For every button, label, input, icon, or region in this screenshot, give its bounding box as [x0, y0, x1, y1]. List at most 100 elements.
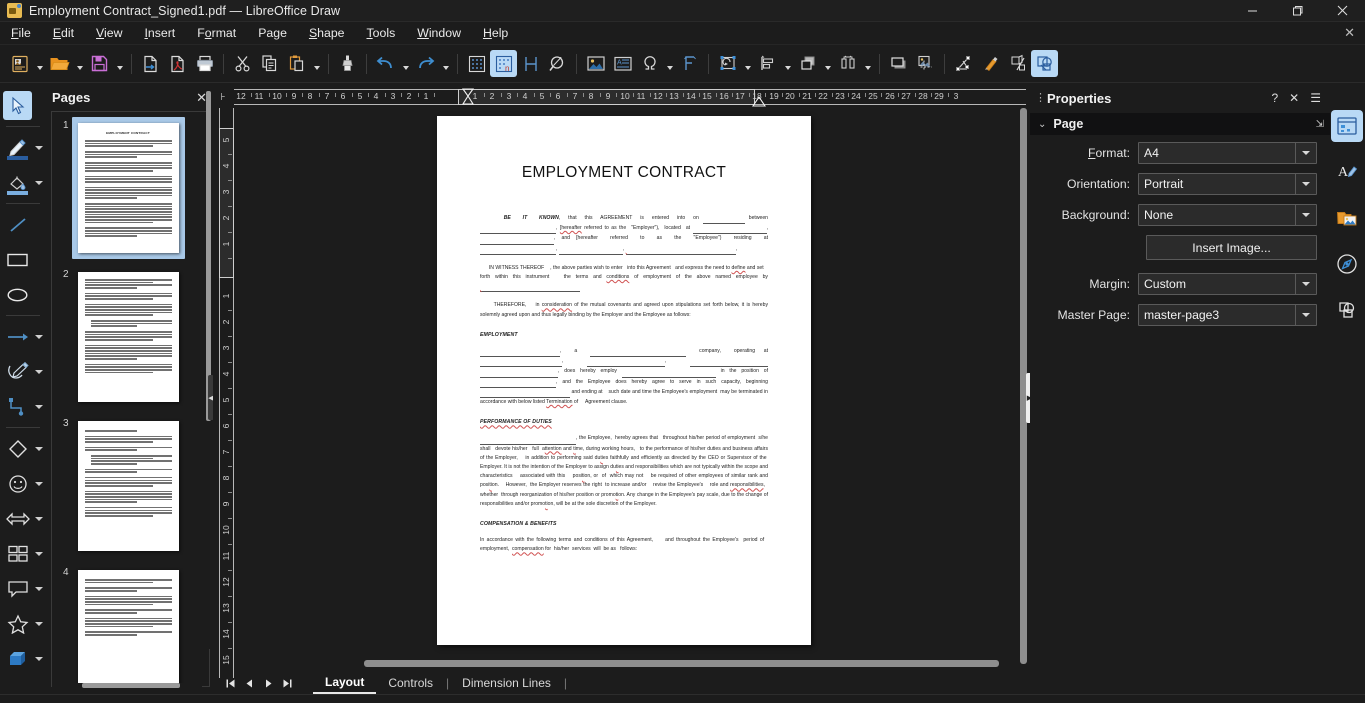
arrange-icon[interactable]: [794, 50, 821, 77]
background-combobox[interactable]: None: [1138, 204, 1317, 226]
transformations-icon[interactable]: [714, 50, 741, 77]
3d-objects-icon[interactable]: [3, 644, 32, 673]
connectors-icon[interactable]: [3, 392, 32, 421]
toggle-extrusion-icon[interactable]: [1004, 50, 1031, 77]
insert-fontwork-icon[interactable]: [676, 50, 703, 77]
menu-tools[interactable]: Tools: [356, 22, 407, 45]
menu-page[interactable]: Page: [247, 22, 298, 45]
page-thumbnail-item[interactable]: 1 EMPLOYMENT CONTRACT: [58, 112, 204, 261]
display-grid-icon[interactable]: [463, 50, 490, 77]
page-thumbnail-item[interactable]: 4: [58, 559, 204, 686]
fill-color-dropdown-icon[interactable]: [32, 168, 46, 197]
page-thumbnail-item[interactable]: 3: [58, 410, 204, 559]
close-icon[interactable]: ✕: [1289, 91, 1299, 105]
fill-color-swatch[interactable]: [7, 191, 28, 195]
symbol-shapes-icon[interactable]: [3, 469, 32, 498]
vertical-ruler[interactable]: 5 4 3 2 1 1 2 3 4 5 6 7 8 9 10 11 12 13 …: [216, 108, 236, 678]
zoom-icon[interactable]: [544, 50, 571, 77]
select-tool-icon[interactable]: [3, 91, 32, 120]
paste-dropdown-icon[interactable]: [310, 50, 323, 77]
flowchart-shapes-dropdown-icon[interactable]: [32, 539, 46, 568]
redo-icon[interactable]: [412, 50, 439, 77]
block-arrows-icon[interactable]: [3, 504, 32, 533]
first-page-button[interactable]: [221, 673, 240, 693]
line-color-swatch[interactable]: [7, 156, 28, 160]
page-selection-highlight[interactable]: [72, 266, 185, 408]
distribute-selection-icon[interactable]: [834, 50, 861, 77]
margin-combobox[interactable]: Custom: [1138, 273, 1317, 295]
last-page-button[interactable]: [278, 673, 297, 693]
cut-icon[interactable]: [229, 50, 256, 77]
curves-and-polygons-icon[interactable]: [3, 357, 32, 386]
export-document-icon[interactable]: [137, 50, 164, 77]
align-objects-dropdown-icon[interactable]: [781, 50, 794, 77]
basic-shapes-dropdown-icon[interactable]: [32, 434, 46, 463]
stars-and-banners-dropdown-icon[interactable]: [32, 609, 46, 638]
transformations-dropdown-icon[interactable]: [741, 50, 754, 77]
lines-and-arrows-icon[interactable]: [3, 322, 32, 351]
line-color-tool-icon[interactable]: [3, 133, 32, 162]
menu-shape[interactable]: Shape: [298, 22, 356, 45]
page-selection-highlight[interactable]: EMPLOYMENT CONTRACT: [71, 117, 185, 259]
insert-special-character-icon[interactable]: [636, 50, 663, 77]
insert-image-button[interactable]: Insert Image...: [1146, 235, 1317, 260]
save-document-icon[interactable]: [86, 50, 113, 77]
pages-thumbnail-list[interactable]: 1 EMPLOYMENT CONTRACT 2 3 4: [51, 111, 210, 687]
minimize-button[interactable]: [1230, 0, 1275, 22]
orientation-dropdown-icon[interactable]: [1295, 174, 1316, 194]
horizontal-ruler[interactable]: ⊦ 12 11 10 9 8 7 6 5 4 3 2 1 1 2 3 4 5 6…: [213, 86, 1028, 108]
crop-image-icon[interactable]: [912, 50, 939, 77]
3d-objects-dropdown-icon[interactable]: [32, 644, 46, 673]
more-options-icon[interactable]: ⇲: [1316, 119, 1324, 130]
next-page-button[interactable]: [259, 673, 278, 693]
insert-line-icon[interactable]: [3, 210, 32, 239]
properties-deck-icon[interactable]: [1331, 110, 1363, 142]
menu-help[interactable]: Help: [472, 22, 519, 45]
snap-to-grid-icon[interactable]: n: [490, 50, 517, 77]
menu-edit[interactable]: Edit: [42, 22, 85, 45]
format-combobox[interactable]: A4: [1138, 142, 1317, 164]
lines-and-arrows-dropdown-icon[interactable]: [32, 322, 46, 351]
rectangle-icon[interactable]: [3, 245, 32, 274]
menu-window[interactable]: Window: [406, 22, 472, 45]
align-objects-icon[interactable]: [754, 50, 781, 77]
stars-and-banners-icon[interactable]: [3, 609, 32, 638]
panel-grip-icon[interactable]: ⋮: [1035, 92, 1046, 103]
layer-tab-controls[interactable]: Controls: [376, 672, 445, 694]
navigator-deck-icon[interactable]: [1331, 248, 1363, 280]
fill-color-tool-icon[interactable]: [3, 168, 32, 197]
basic-shapes-icon[interactable]: [3, 434, 32, 463]
margin-dropdown-icon[interactable]: [1295, 274, 1316, 294]
arrange-dropdown-icon[interactable]: [821, 50, 834, 77]
flowchart-shapes-icon[interactable]: [3, 539, 32, 568]
clone-formatting-icon[interactable]: [334, 50, 361, 77]
background-dropdown-icon[interactable]: [1295, 205, 1316, 225]
menu-view[interactable]: View: [85, 22, 133, 45]
callout-shapes-dropdown-icon[interactable]: [32, 574, 46, 603]
copy-icon[interactable]: [256, 50, 283, 77]
document-page[interactable]: EMPLOYMENT CONTRACT BE IT KNOWN, that th…: [437, 116, 811, 645]
line-color-dropdown-icon[interactable]: [32, 133, 46, 162]
undo-icon[interactable]: [372, 50, 399, 77]
page-thumbnail-item[interactable]: 2: [58, 261, 204, 410]
show-gluepoint-functions-icon[interactable]: [977, 50, 1004, 77]
edit-points-icon[interactable]: [950, 50, 977, 77]
open-document-dropdown-icon[interactable]: [73, 50, 86, 77]
gallery-deck-icon[interactable]: [1331, 202, 1363, 234]
insert-special-character-dropdown-icon[interactable]: [663, 50, 676, 77]
ellipse-icon[interactable]: [3, 280, 32, 309]
master-page-combobox[interactable]: master-page3: [1138, 304, 1317, 326]
page-selection-highlight[interactable]: [72, 564, 185, 686]
close-document-button[interactable]: ✕: [1344, 25, 1365, 41]
symbol-shapes-dropdown-icon[interactable]: [32, 469, 46, 498]
canvas-horizontal-scrollbar[interactable]: [234, 660, 1006, 667]
shadow-icon[interactable]: [885, 50, 912, 77]
insert-image-icon[interactable]: [582, 50, 609, 77]
show-draw-functions-icon[interactable]: [1031, 50, 1058, 77]
export-as-pdf-icon[interactable]: [164, 50, 191, 77]
pages-vertical-scrollbar[interactable]: [206, 89, 211, 649]
pages-horizontal-scrollbar[interactable]: [52, 683, 202, 688]
menu-insert[interactable]: Insert: [133, 22, 186, 45]
callout-shapes-icon[interactable]: [3, 574, 32, 603]
orientation-combobox[interactable]: Portrait: [1138, 173, 1317, 195]
